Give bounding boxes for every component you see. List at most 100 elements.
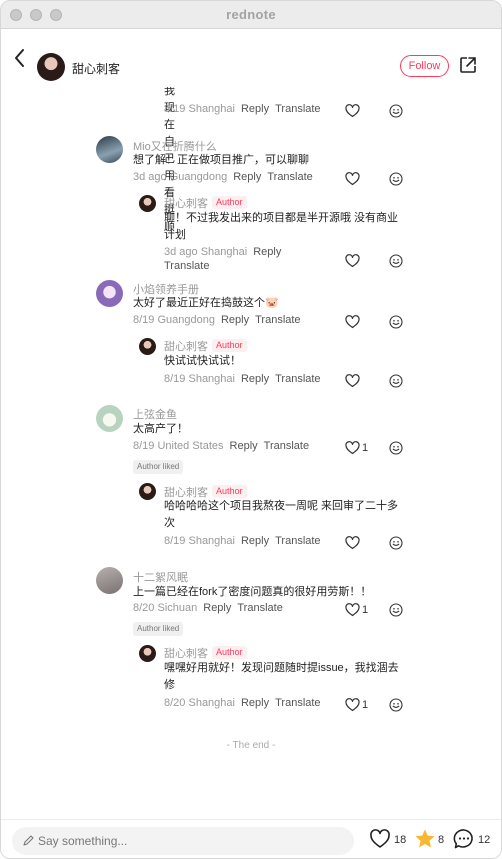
comment-username[interactable]: 上弦金鱼 [133,406,177,422]
app-window: rednote 甜心刺客 Follow 我现在自己用看挺顺 8/19 Shang… [0,0,502,859]
comment-date: 8/19 [164,373,186,385]
reply-button[interactable]: Reply [241,697,269,709]
comment-text: 快试试快试试！ [164,355,241,367]
translate-button[interactable]: Translate [255,314,300,326]
translate-button[interactable]: Translate [275,697,320,709]
avatar[interactable] [96,280,123,307]
emoji-reaction-icon[interactable] [389,536,403,550]
emoji-reaction-icon[interactable] [389,104,403,118]
likes-count: 18 [394,834,407,846]
translate-button[interactable]: Translate [275,103,320,115]
follow-button[interactable]: Follow [400,55,449,77]
comment-meta: 8/19 Shanghai Reply Translate [164,535,321,547]
comment-location: Sichuan [157,602,198,614]
comment-text-line: 哈哈哈哈这个项目我熬夜一周呢 来回审了二十多 [164,500,399,512]
avatar[interactable] [96,136,123,163]
translate-button[interactable]: Translate [267,171,312,183]
comment-username[interactable]: 甜心刺客 [164,645,208,661]
comment-location: Guangdong [169,171,228,183]
comment-like-count: 1 [362,442,369,454]
author-badge: Author [212,485,247,498]
emoji-reaction-icon[interactable] [389,172,403,186]
author-badge: Author [212,196,247,209]
comment-text-line: 计划 [164,229,186,241]
reply-button[interactable]: Reply [241,103,269,115]
heart-icon[interactable] [345,603,360,617]
emoji-reaction-icon[interactable] [389,315,403,329]
heart-icon[interactable] [345,441,360,455]
reply-button[interactable]: Reply [203,602,231,614]
comment-date: 8/20 [133,602,155,614]
heart-icon[interactable] [345,698,360,712]
comment-text: 想了解！正在做项目推广，可以聊聊 [133,154,309,166]
comment-location: Shanghai [188,535,235,547]
emoji-reaction-icon[interactable] [389,254,403,268]
reply-button[interactable]: Reply [241,373,269,385]
comment-date: 3d ago [164,246,198,258]
comment-input[interactable]: Say something... [12,827,354,855]
comment-text: 太好了最近正好在捣鼓这个🐷 [133,297,279,309]
comment-meta: 8/19 United States Reply Translate [133,440,309,452]
comment-date: 3d ago [133,171,167,183]
translate-button[interactable]: Translate [237,602,282,614]
translate-button[interactable]: Translate [164,260,209,272]
heart-icon[interactable] [345,374,360,388]
reply-button[interactable]: Reply [233,171,261,183]
comment-date: 8/20 [164,697,186,709]
comment-location: Shanghai [188,697,235,709]
comment-meta: 8/19 Shanghai Reply Translate [164,373,321,385]
emoji-reaction-icon[interactable] [389,603,403,617]
author-name[interactable]: 甜心刺客 [72,60,120,77]
translate-button[interactable]: Translate [275,535,320,547]
reply-button[interactable]: Reply [241,535,269,547]
author-liked-badge: Author liked [133,622,184,636]
end-of-list-text: - The end - [226,740,276,751]
pen-icon [23,835,34,846]
avatar[interactable] [139,483,156,500]
comment-username[interactable]: 甜心刺客 [164,338,208,354]
avatar[interactable] [96,405,123,432]
translate-button[interactable]: Translate [264,440,309,452]
comment-like-count: 1 [362,604,369,616]
comment-like-count: 1 [362,699,369,711]
translate-label: Translate [164,260,210,272]
translate-button[interactable]: Translate [275,373,320,385]
reply-button[interactable]: Reply [221,314,249,326]
avatar[interactable] [139,195,156,212]
avatar[interactable] [96,567,123,594]
heart-icon[interactable] [345,172,360,186]
reply-button[interactable]: Reply [253,246,281,258]
comment-bubble-icon[interactable] [453,828,475,850]
heart-icon[interactable] [345,104,360,118]
comment-text: 上一篇已经在fork了密度问题真的很好用劳斯！！ [133,586,372,598]
share-icon[interactable] [459,56,477,74]
comment-date: 8/19 [164,535,186,547]
author-liked-badge: Author liked [133,460,184,474]
comment-date: 8/19 [133,440,155,452]
comments-count: 12 [478,834,491,846]
emoji-reaction-icon[interactable] [389,374,403,388]
heart-icon[interactable] [345,254,360,268]
stars-count: 8 [438,834,445,846]
comment-username[interactable]: 十二絮风眠 [133,569,188,585]
comment-meta: 8/20 Shanghai Reply Translate [164,697,321,709]
reply-button[interactable]: Reply [230,440,258,452]
avatar[interactable] [139,338,156,355]
heart-icon[interactable] [345,536,360,550]
comment-username[interactable]: 甜心刺客 [164,195,208,211]
comment-location: United States [157,440,224,452]
avatar[interactable] [139,645,156,662]
heart-icon[interactable] [369,828,391,850]
author-avatar[interactable] [37,53,65,81]
comment-location: Shanghai [188,103,235,115]
window-title: rednote [226,7,276,22]
comment-date: 8/19 [164,103,186,115]
title-bar: rednote [1,1,501,29]
heart-icon[interactable] [345,315,360,329]
emoji-reaction-icon[interactable] [389,441,403,455]
comment-date: 8/19 [133,314,155,326]
back-icon[interactable] [11,47,29,69]
comments-list: 我现在自己用看挺顺 8/19 Shanghai Reply Translate Mi… [1,87,501,820]
star-icon[interactable] [414,828,436,850]
emoji-reaction-icon[interactable] [389,698,403,712]
